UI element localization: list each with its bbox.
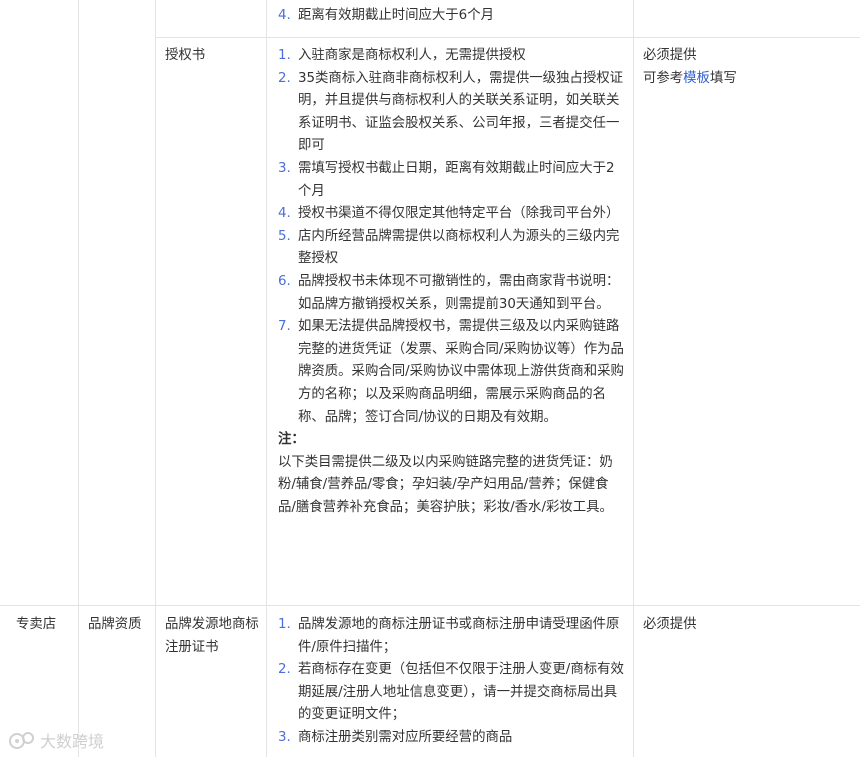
reference-suffix: 填写 — [709, 70, 737, 86]
list-number: 1. — [278, 48, 291, 63]
list-item: 2. 若商标存在变更（包括但不仅限于注册人变更/商标有效期延展/注册人地址信息变… — [278, 659, 624, 727]
list-text: 需填写授权书截止日期，距离有效期截止时间应大于2个月 — [298, 160, 615, 199]
store-material-name: 品牌发源地商标注册证书 — [165, 617, 259, 655]
store-required-cell: 必须提供 — [643, 614, 853, 637]
list-text: 店内所经营品牌需提供以商标权利人为源头的三级内完整授权 — [298, 228, 620, 267]
table-divider — [155, 0, 156, 757]
watermark: 大数跨境 — [8, 728, 104, 752]
list-item: 1. 入驻商家是商标权利人，无需提供授权 — [278, 45, 624, 68]
list-text: 若商标存在变更（包括但不仅限于注册人变更/商标有效期延展/注册人地址信息变更），… — [298, 662, 624, 723]
list-item: 6. 品牌授权书未体现不可撤销性的，需由商家背书说明：如品牌方撤销授权关系，则需… — [278, 271, 624, 316]
list-number: 3. — [278, 729, 291, 745]
list-text: 距离有效期截止时间应大于6个月 — [298, 8, 494, 23]
list-text: 商标注册类别需对应所要经营的商品 — [298, 729, 513, 745]
top-row-requirements: 4. 距离有效期截止时间应大于6个月 — [278, 5, 624, 28]
qualification-type: 品牌资质 — [88, 617, 142, 632]
watermark-text: 大数跨境 — [40, 732, 105, 751]
logo-icon — [9, 732, 34, 749]
required-text: 必须提供 — [643, 48, 697, 63]
requirements-list: 1. 入驻商家是商标权利人，无需提供授权 2. 35类商标入驻商非商标权利人，需… — [278, 45, 624, 429]
table-divider — [0, 605, 860, 606]
requirements-list: 4. 距离有效期截止时间应大于6个月 — [278, 5, 624, 28]
list-number: 2. — [278, 662, 291, 678]
store-requirements: 1. 品牌发源地的商标注册证书或商标注册申请受理函件原件/原件扫描件； 2. 若… — [278, 614, 624, 750]
list-item: 5. 店内所经营品牌需提供以商标权利人为源头的三级内完整授权 — [278, 226, 624, 271]
list-text: 如果无法提供品牌授权书，需提供三级及以内采购链路完整的进货凭证（发票、采购合同/… — [298, 319, 624, 425]
list-number: 4. — [278, 8, 291, 23]
list-item: 3. 需填写授权书截止日期，距离有效期截止时间应大于2个月 — [278, 158, 624, 203]
requirements-list: 1. 品牌发源地的商标注册证书或商标注册申请受理函件原件/原件扫描件； 2. 若… — [278, 614, 624, 750]
note-label: 注： — [278, 432, 305, 448]
list-number: 1. — [278, 617, 291, 632]
list-number: 2. — [278, 70, 291, 86]
auth-material-name: 授权书 — [165, 48, 206, 63]
list-item: 4. 距离有效期截止时间应大于6个月 — [278, 5, 624, 28]
auth-requirements: 1. 入驻商家是商标权利人，无需提供授权 2. 35类商标入驻商非商标权利人，需… — [278, 45, 624, 519]
list-text: 35类商标入驻商非商标权利人，需提供一级独占授权证明，并且提供与商标权利人的关联… — [298, 70, 624, 154]
note-text: 以下类目需提供二级及以内采购链路完整的进货凭证：奶粉/辅食/营养品/零食；孕妇装… — [278, 454, 613, 515]
list-item: 3. 商标注册类别需对应所要经营的商品 — [278, 727, 624, 750]
list-text: 授权书渠道不得仅限定其他特定平台（除我司平台外） — [298, 206, 620, 222]
required-text: 必须提供 — [643, 617, 697, 632]
list-number: 4. — [278, 206, 291, 222]
list-item: 1. 品牌发源地的商标注册证书或商标注册申请受理函件原件/原件扫描件； — [278, 614, 624, 659]
list-item: 2. 35类商标入驻商非商标权利人，需提供一级独占授权证明，并且提供与商标权利人… — [278, 68, 624, 158]
reference-prefix: 可参考 — [643, 70, 684, 86]
table-divider — [78, 0, 79, 757]
list-number: 3. — [278, 160, 291, 176]
list-number: 6. — [278, 273, 291, 289]
list-number: 5. — [278, 228, 291, 244]
list-text: 品牌发源地的商标注册证书或商标注册申请受理函件原件/原件扫描件； — [298, 617, 620, 655]
store-type: 专卖店 — [16, 617, 57, 632]
list-text: 品牌授权书未体现不可撤销性的，需由商家背书说明：如品牌方撤销授权关系，则需提前3… — [298, 273, 620, 312]
table-divider — [633, 0, 634, 757]
table-divider — [266, 0, 267, 757]
template-reference: 可参考模板填写 — [643, 68, 853, 91]
auth-required-cell: 必须提供 可参考模板填写 — [643, 45, 853, 90]
table-divider — [155, 37, 860, 38]
list-text: 入驻商家是商标权利人，无需提供授权 — [298, 48, 526, 63]
list-item: 4. 授权书渠道不得仅限定其他特定平台（除我司平台外） — [278, 203, 624, 226]
list-number: 7. — [278, 319, 291, 335]
template-link[interactable]: 模板 — [683, 71, 710, 86]
list-item: 7. 如果无法提供品牌授权书，需提供三级及以内采购链路完整的进货凭证（发票、采购… — [278, 316, 624, 429]
